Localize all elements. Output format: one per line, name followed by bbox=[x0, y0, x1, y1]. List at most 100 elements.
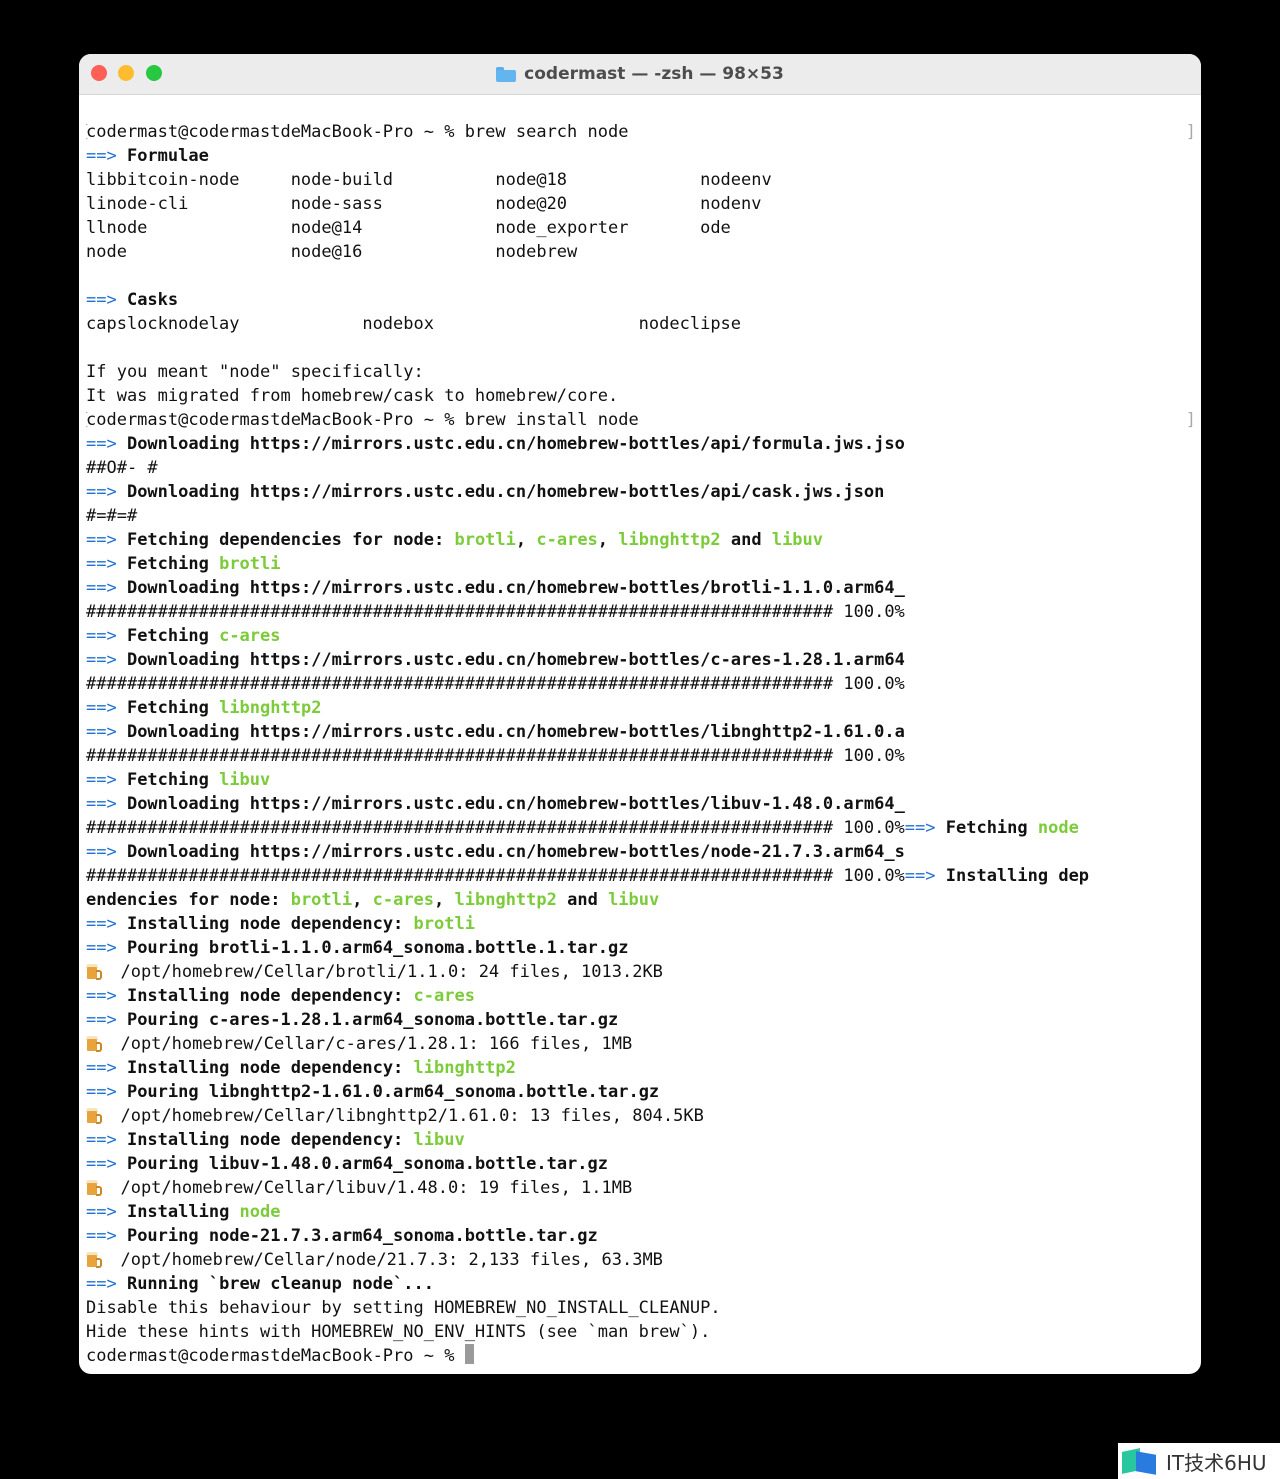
terminal-line: Hide these hints with HOMEBREW_NO_ENV_HI… bbox=[86, 1320, 1198, 1344]
terminal-text: Installing node dependency: bbox=[126, 1058, 414, 1078]
arrow-marker: ==> bbox=[86, 986, 127, 1006]
terminal-line: ==> Downloading https://mirrors.ustc.edu… bbox=[86, 480, 1198, 504]
terminal-text: , bbox=[434, 890, 455, 910]
highlighted-package: libuv bbox=[413, 1130, 465, 1150]
arrow-marker: ==> bbox=[86, 530, 127, 550]
terminal-line: ==> Fetching libnghttp2 bbox=[86, 696, 1198, 720]
terminal-line: ==> Pouring node-21.7.3.arm64_sonoma.bot… bbox=[86, 1224, 1198, 1248]
terminal-text: /opt/homebrew/Cellar/c-ares/1.28.1: 166 … bbox=[100, 1034, 633, 1054]
beer-icon bbox=[86, 963, 102, 980]
terminal-line: /opt/homebrew/Cellar/node/21.7.3: 2,133 … bbox=[86, 1248, 1198, 1272]
terminal-text: Downloading https://mirrors.ustc.edu.cn/… bbox=[126, 722, 905, 742]
highlighted-package: libnghttp2 bbox=[413, 1058, 516, 1078]
watermark-text: IT技术6HU bbox=[1166, 1450, 1267, 1475]
terminal-line: ########################################… bbox=[86, 672, 1198, 696]
terminal-text: ########################################… bbox=[86, 746, 905, 766]
terminal-line: ==> Fetching c-ares bbox=[86, 624, 1198, 648]
arrow-marker: ==> bbox=[86, 1082, 127, 1102]
highlighted-package: brotli bbox=[413, 914, 475, 934]
terminal-text: node node@16 nodebrew bbox=[86, 242, 578, 262]
terminal-line: ==> Pouring c-ares-1.28.1.arm64_sonoma.b… bbox=[86, 1008, 1198, 1032]
folder-icon bbox=[496, 66, 517, 82]
window-title-text: codermast — -zsh — 98×53 bbox=[524, 64, 784, 84]
highlighted-package: libuv bbox=[608, 890, 660, 910]
terminal-text: Pouring c-ares-1.28.1.arm64_sonoma.bottl… bbox=[126, 1010, 619, 1030]
terminal-text: /opt/homebrew/Cellar/brotli/1.1.0: 24 fi… bbox=[100, 962, 663, 982]
terminal-line: ########################################… bbox=[86, 864, 1198, 888]
terminal-line: ########################################… bbox=[86, 600, 1198, 624]
highlighted-package: brotli bbox=[219, 554, 281, 574]
highlighted-package: libuv bbox=[219, 770, 271, 790]
terminal-line: ##O#- # bbox=[86, 456, 1198, 480]
terminal-line: ==> Formulae bbox=[86, 144, 1198, 168]
highlighted-package: c-ares bbox=[219, 626, 281, 646]
terminal-line: ==> Downloading https://mirrors.ustc.edu… bbox=[86, 576, 1198, 600]
terminal-output[interactable]: codermast@codermastdeMacBook-Pro ~ % bre… bbox=[86, 120, 1198, 1368]
terminal-text: linode-cli node-sass node@20 nodenv bbox=[86, 194, 762, 214]
terminal-line: ==> Downloading https://mirrors.ustc.edu… bbox=[86, 720, 1198, 744]
arrow-marker: ==> bbox=[86, 146, 127, 166]
terminal-text: Fetching bbox=[945, 818, 1038, 838]
terminal-text: Downloading https://mirrors.ustc.edu.cn/… bbox=[126, 650, 905, 670]
terminal-line: ==> Running `brew cleanup node`... bbox=[86, 1272, 1198, 1296]
mark-bracket-right: ] bbox=[1185, 410, 1196, 430]
arrow-marker: ==> bbox=[86, 698, 127, 718]
terminal-text: codermast@codermastdeMacBook-Pro ~ % bbox=[86, 1346, 465, 1366]
terminal-line: node node@16 nodebrew bbox=[86, 240, 1198, 264]
terminal-text: Pouring libuv-1.48.0.arm64_sonoma.bottle… bbox=[126, 1154, 608, 1174]
terminal-line: ==> Downloading https://mirrors.ustc.edu… bbox=[86, 792, 1198, 816]
highlighted-package: libnghttp2 bbox=[454, 890, 557, 910]
terminal-line: linode-cli node-sass node@20 nodenv bbox=[86, 192, 1198, 216]
terminal-text: Disable this behaviour by setting HOMEBR… bbox=[86, 1298, 721, 1318]
terminal-text: llnode node@14 node_exporter ode bbox=[86, 218, 731, 238]
terminal-line: ==> Installing node bbox=[86, 1200, 1198, 1224]
terminal-line: /opt/homebrew/Cellar/c-ares/1.28.1: 166 … bbox=[86, 1032, 1198, 1056]
terminal-line: If you meant "node" specifically: bbox=[86, 360, 1198, 384]
highlighted-package: node bbox=[239, 1202, 281, 1222]
highlighted-package: libuv bbox=[771, 530, 824, 550]
terminal-text: /opt/homebrew/Cellar/libnghttp2/1.61.0: … bbox=[100, 1106, 704, 1126]
arrow-marker: ==> bbox=[86, 914, 127, 934]
terminal-text: , bbox=[352, 890, 373, 910]
mark-bracket-left: [ bbox=[86, 120, 90, 144]
terminal-text: ########################################… bbox=[86, 866, 905, 886]
terminal-line: #=#=# bbox=[86, 504, 1198, 528]
terminal-line: ==> Installing node dependency: libnghtt… bbox=[86, 1056, 1198, 1080]
text-cursor bbox=[464, 1344, 474, 1364]
watermark-logo-icon bbox=[1122, 1447, 1158, 1475]
terminal-line: ########################################… bbox=[86, 744, 1198, 768]
beer-icon bbox=[86, 1107, 102, 1124]
arrow-marker: ==> bbox=[904, 866, 946, 886]
arrow-marker: ==> bbox=[86, 938, 127, 958]
highlighted-package: brotli bbox=[454, 530, 516, 550]
terminal-text: If you meant "node" specifically: bbox=[86, 362, 424, 382]
terminal-text: Installing dep bbox=[945, 866, 1090, 886]
terminal-line: llnode node@14 node_exporter ode bbox=[86, 216, 1198, 240]
arrow-marker: ==> bbox=[86, 770, 127, 790]
terminal-text: ##O#- # bbox=[86, 458, 158, 478]
terminal-line: ==> Fetching libuv bbox=[86, 768, 1198, 792]
arrow-marker: ==> bbox=[86, 1010, 127, 1030]
terminal-text: Pouring libnghttp2-1.61.0.arm64_sonoma.b… bbox=[126, 1082, 660, 1102]
terminal-text: libbitcoin-node node-build node@18 nodee… bbox=[86, 170, 772, 190]
terminal-text: Installing node dependency: bbox=[126, 1130, 414, 1150]
terminal-text: Running `brew cleanup node`... bbox=[126, 1274, 434, 1294]
highlighted-package: node bbox=[1037, 818, 1079, 838]
terminal-text: Downloading https://mirrors.ustc.edu.cn/… bbox=[126, 434, 905, 454]
terminal-window: codermast — -zsh — 98×53 codermast@coder… bbox=[79, 54, 1201, 1374]
arrow-marker: ==> bbox=[86, 1130, 127, 1150]
terminal-line: ==> Downloading https://mirrors.ustc.edu… bbox=[86, 432, 1198, 456]
highlighted-package: c-ares bbox=[536, 530, 598, 550]
arrow-marker: ==> bbox=[86, 650, 127, 670]
arrow-marker: ==> bbox=[86, 434, 127, 454]
terminal-line: ==> Casks bbox=[86, 288, 1198, 312]
terminal-text: /opt/homebrew/Cellar/node/21.7.3: 2,133 … bbox=[100, 1250, 663, 1270]
arrow-marker: ==> bbox=[86, 842, 127, 862]
title-bar[interactable]: codermast — -zsh — 98×53 bbox=[79, 54, 1201, 95]
terminal-text: codermast@codermastdeMacBook-Pro ~ % bre… bbox=[86, 122, 629, 142]
terminal-line: ==> Pouring brotli-1.1.0.arm64_sonoma.bo… bbox=[86, 936, 1198, 960]
beer-icon bbox=[86, 1179, 102, 1196]
beer-icon bbox=[86, 1035, 102, 1052]
terminal-line: /opt/homebrew/Cellar/libnghttp2/1.61.0: … bbox=[86, 1104, 1198, 1128]
terminal-line: /opt/homebrew/Cellar/libuv/1.48.0: 19 fi… bbox=[86, 1176, 1198, 1200]
